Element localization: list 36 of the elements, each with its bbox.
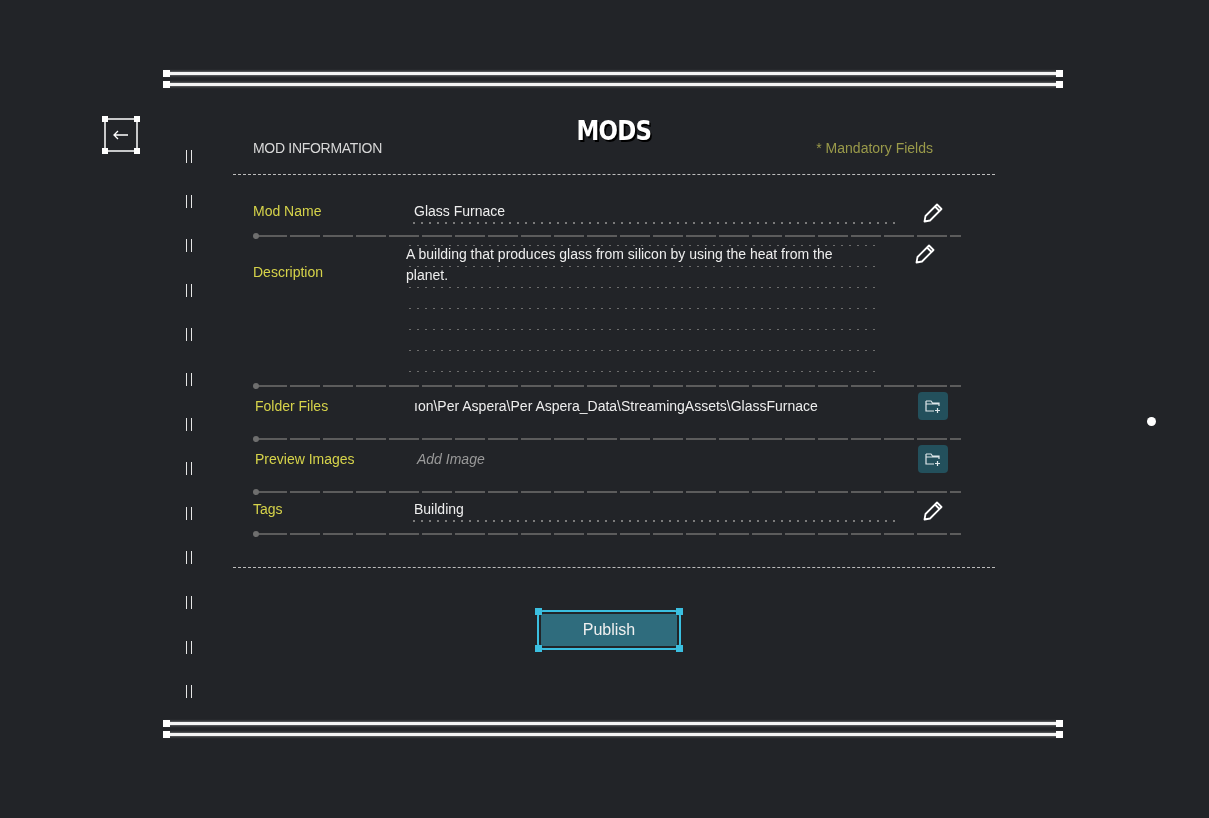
rail-tick (186, 239, 192, 253)
rail-tick (186, 506, 192, 520)
rail-tick (186, 685, 192, 699)
rail-tick (186, 150, 192, 163)
rail-tick (186, 595, 192, 609)
section-heading: MOD INFORMATION (253, 140, 382, 156)
input-field[interactable]: Glass Furnace (410, 203, 896, 225)
rail-tick (186, 328, 192, 342)
mandatory-note: * Mandatory Fields (816, 140, 933, 156)
add-folder-button[interactable] (918, 445, 948, 473)
placeholder: Add Image (415, 451, 485, 467)
rail-tick (186, 417, 192, 431)
input-field[interactable]: Building (410, 501, 896, 523)
field-label: Mod Name (253, 203, 323, 219)
rail-tick (186, 194, 192, 208)
back-button[interactable] (101, 115, 141, 155)
page-title: MODS (576, 116, 652, 146)
rail-tick (186, 462, 192, 476)
add-folder-button[interactable] (918, 392, 948, 420)
rail-tick (186, 283, 192, 297)
folder-plus-icon (925, 452, 941, 466)
indicator-dot (1147, 417, 1156, 426)
rail-tick (186, 640, 192, 654)
field-label: Description (253, 263, 325, 280)
rail-tick (186, 551, 192, 565)
pencil-icon[interactable] (923, 501, 943, 521)
path-field[interactable]: Add Image (412, 451, 896, 467)
rail-tick (186, 372, 192, 386)
field-label: Folder Files (255, 398, 330, 414)
field-label: Preview Images (255, 451, 356, 467)
path-field[interactable]: ıon\Per Aspera\Per Aspera_Data\StreamingAssets\GlassFurnace (412, 398, 896, 414)
path-value: ıon\Per Aspera\Per Aspera_Data\StreamingAssets\GlassFurnace (414, 398, 818, 414)
folder-plus-icon (925, 399, 941, 413)
pencil-icon[interactable] (915, 244, 935, 264)
pencil-icon[interactable] (923, 203, 943, 223)
field-label: Tags (253, 501, 284, 517)
